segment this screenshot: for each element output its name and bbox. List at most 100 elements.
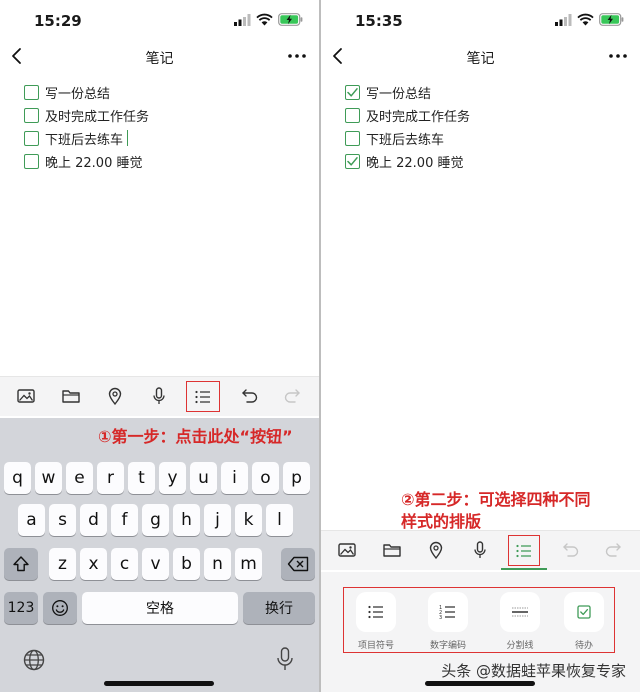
shift-key[interactable]: [4, 548, 38, 580]
style-option-bullets[interactable]: 项目符号: [348, 592, 404, 651]
key-k[interactable]: k: [235, 504, 262, 536]
key-y[interactable]: y: [159, 462, 186, 494]
todo-text[interactable]: 及时完成工作任务: [366, 106, 470, 125]
key-x[interactable]: x: [80, 548, 107, 580]
key-i[interactable]: i: [221, 462, 248, 494]
undo-button[interactable]: [238, 384, 262, 408]
key-v[interactable]: v: [142, 548, 169, 580]
key-u[interactable]: u: [190, 462, 217, 494]
delete-key[interactable]: [281, 548, 315, 580]
voice-button[interactable]: [147, 384, 171, 408]
right-screenshot: 15:35 笔记 写一份总结 及时完成工作任务 下班后去练车 晚上 22.00 …: [321, 0, 640, 692]
active-tab-underline: [501, 568, 547, 570]
return-key[interactable]: 换行: [243, 592, 315, 624]
location-button[interactable]: [103, 384, 127, 408]
keyboard: ①第一步：点击此处“按钮” q w e r t y u i o p a s d …: [0, 418, 319, 692]
home-indicator: [425, 681, 535, 686]
page-title: 笔记: [466, 51, 495, 67]
todo-text[interactable]: 晚上 22.00 睡觉: [45, 152, 142, 171]
format-toolbar: [321, 530, 640, 570]
key-f[interactable]: f: [111, 504, 138, 536]
voice-button[interactable]: [468, 538, 492, 562]
style-option-todo[interactable]: 待办: [556, 592, 612, 651]
key-h[interactable]: h: [173, 504, 200, 536]
redo-button[interactable]: [601, 538, 625, 562]
key-g[interactable]: g: [142, 504, 169, 536]
key-j[interactable]: j: [204, 504, 231, 536]
todo-item: 晚上 22.00 睡觉: [24, 151, 142, 171]
bullet-list-icon: [195, 390, 210, 403]
image-button[interactable]: [14, 384, 38, 408]
list-style-button-active[interactable]: [508, 535, 540, 566]
location-pin-icon: [108, 387, 122, 406]
key-e[interactable]: e: [66, 462, 93, 494]
todo-item: 下班后去练车: [24, 128, 129, 148]
redo-button[interactable]: [280, 384, 304, 408]
key-t[interactable]: t: [128, 462, 155, 494]
more-options-icon[interactable]: [287, 48, 307, 64]
status-bar: 15:29: [0, 0, 319, 40]
redo-icon: [284, 389, 300, 403]
todo-text[interactable]: 下班后去练车: [45, 129, 123, 148]
folder-icon: [62, 390, 80, 403]
left-screenshot: 15:29 笔记 写一份总结 及时完成工作任务 下班后去练车 晚上 22.00 …: [0, 0, 319, 692]
key-q[interactable]: q: [4, 462, 31, 494]
image-icon: [17, 389, 35, 403]
folder-button[interactable]: [380, 538, 404, 562]
todo-item: 下班后去练车: [345, 128, 444, 148]
cellular-signal-icon: [555, 14, 572, 26]
dictation-microphone-icon[interactable]: [275, 646, 295, 672]
style-option-label: 分割线: [506, 641, 534, 651]
todo-item: 写一份总结: [345, 82, 431, 102]
space-key[interactable]: 空格: [82, 592, 238, 624]
style-option-divider[interactable]: 分割线: [492, 592, 548, 651]
key-r[interactable]: r: [97, 462, 124, 494]
todo-checkbox[interactable]: [345, 130, 360, 146]
todo-text[interactable]: 写一份总结: [366, 83, 431, 102]
undo-button[interactable]: [559, 538, 583, 562]
location-button[interactable]: [424, 538, 448, 562]
todo-checkbox[interactable]: [345, 107, 360, 123]
todo-text[interactable]: 下班后去练车: [366, 129, 444, 148]
todo-checkbox-checked[interactable]: [345, 84, 360, 100]
todo-text[interactable]: 及时完成工作任务: [45, 106, 149, 125]
key-s[interactable]: s: [49, 504, 76, 536]
key-m[interactable]: m: [235, 548, 262, 580]
todo-text[interactable]: 晚上 22.00 睡觉: [366, 152, 463, 171]
list-style-options: 项目符号 123 数字编码 分割线 待办: [343, 587, 615, 653]
emoji-key[interactable]: [43, 592, 77, 624]
todo-checkbox[interactable]: [24, 130, 39, 146]
key-n[interactable]: n: [204, 548, 231, 580]
numbered-list-icon: 123: [439, 605, 455, 621]
key-b[interactable]: b: [173, 548, 200, 580]
todo-item: 及时完成工作任务: [345, 105, 470, 125]
key-l[interactable]: l: [266, 504, 293, 536]
battery-charging-icon: [599, 13, 624, 26]
todo-checkbox[interactable]: [24, 107, 39, 123]
key-p[interactable]: p: [283, 462, 310, 494]
key-a[interactable]: a: [18, 504, 45, 536]
todo-item: 写一份总结: [24, 82, 110, 102]
microphone-icon: [153, 387, 165, 404]
todo-text[interactable]: 写一份总结: [45, 83, 110, 102]
key-w[interactable]: w: [35, 462, 62, 494]
todo-checkbox-checked[interactable]: [345, 153, 360, 169]
todo-checkbox[interactable]: [24, 84, 39, 100]
key-o[interactable]: o: [252, 462, 279, 494]
nav-bar: 笔记: [321, 44, 640, 70]
list-style-button[interactable]: [186, 381, 220, 412]
numbers-key[interactable]: 123: [4, 592, 38, 624]
image-button[interactable]: [335, 538, 359, 562]
key-z[interactable]: z: [49, 548, 76, 580]
todo-item: 及时完成工作任务: [24, 105, 149, 125]
step-one-annotation: ①第一步：点击此处“按钮”: [98, 427, 293, 446]
style-option-numbered[interactable]: 123 数字编码: [420, 592, 476, 651]
globe-icon[interactable]: [22, 648, 46, 672]
redo-icon: [605, 543, 621, 557]
todo-checkbox[interactable]: [24, 153, 39, 169]
key-c[interactable]: c: [111, 548, 138, 580]
status-bar: 15:35: [321, 0, 640, 40]
folder-button[interactable]: [59, 384, 83, 408]
key-d[interactable]: d: [80, 504, 107, 536]
more-options-icon[interactable]: [608, 48, 628, 64]
